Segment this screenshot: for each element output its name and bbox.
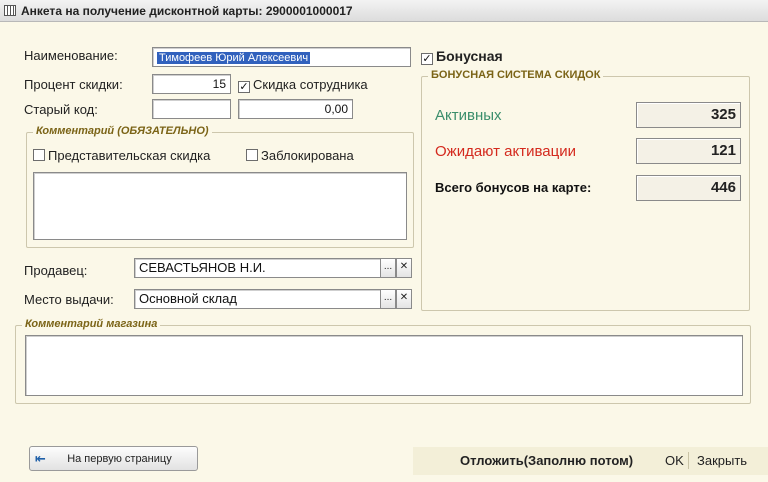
active-bonus-value: 325 — [636, 102, 741, 128]
old-code-field[interactable] — [152, 99, 231, 119]
postpone-button[interactable]: Отложить(Заполню потом) — [460, 453, 633, 468]
representative-label: Представительская скидка — [48, 148, 211, 163]
name-field[interactable]: Тимофеев Юрий Алексеевич — [152, 47, 411, 67]
discount-label: Процент скидки: — [24, 77, 123, 92]
total-bonus-label: Всего бонусов на карте: — [435, 180, 592, 195]
representative-check-icon — [33, 149, 45, 161]
blocked-check-icon — [246, 149, 258, 161]
footer-divider — [688, 452, 689, 469]
issue-place-select-button[interactable]: ... — [380, 289, 396, 309]
active-bonus-label: Активных — [435, 107, 502, 124]
representative-checkbox[interactable]: Представительская скидка — [33, 148, 210, 163]
issue-place-clear-button[interactable]: ✕ — [396, 289, 412, 309]
title-bar: Анкета на получение дисконтной карты: 29… — [0, 0, 768, 22]
shop-comment-textarea[interactable] — [25, 335, 743, 396]
old-code-label: Старый код: — [24, 102, 98, 117]
comment-textarea[interactable] — [33, 172, 407, 240]
bonus-label: Бонусная — [436, 48, 503, 64]
comment-group-title: Комментарий (ОБЯЗАТЕЛЬНО) — [33, 125, 212, 137]
bonus-check-icon: ✓ — [421, 53, 433, 65]
bonus-checkbox[interactable]: ✓ Бонусная — [421, 48, 503, 65]
first-page-button[interactable]: ⇤ На первую страницу — [29, 446, 198, 471]
form-icon — [4, 5, 16, 16]
employee-discount-check-icon: ✓ — [238, 81, 250, 93]
discount-field[interactable]: 15 — [152, 74, 231, 94]
shop-comment-title: Комментарий магазина — [22, 318, 161, 330]
pending-bonus-label: Ожидают активации — [435, 143, 576, 160]
employee-discount-label: Скидка сотрудника — [253, 77, 368, 92]
name-label: Наименование: — [24, 48, 118, 63]
total-bonus-value: 446 — [636, 175, 741, 201]
name-value: Тимофеев Юрий Алексеевич — [157, 52, 311, 64]
seller-clear-button[interactable]: ✕ — [396, 258, 412, 278]
blocked-checkbox[interactable]: Заблокирована — [246, 148, 354, 163]
blocked-label: Заблокирована — [261, 148, 354, 163]
amount-field[interactable]: 0,00 — [238, 99, 353, 119]
close-button[interactable]: Закрыть — [697, 453, 747, 468]
issue-place-label: Место выдачи: — [24, 292, 114, 307]
seller-field[interactable]: СЕВАСТЬЯНОВ Н.И. — [134, 258, 381, 278]
seller-label: Продавец: — [24, 263, 88, 278]
pending-bonus-value: 121 — [636, 138, 741, 164]
employee-discount-checkbox[interactable]: ✓ Скидка сотрудника — [238, 77, 368, 93]
seller-select-button[interactable]: ... — [380, 258, 396, 278]
bonus-system-title: БОНУСНАЯ СИСТЕМА СКИДОК — [428, 69, 604, 81]
back-arrow-icon: ⇤ — [35, 450, 46, 466]
ok-button[interactable]: OK — [665, 453, 684, 468]
issue-place-field[interactable]: Основной склад — [134, 289, 381, 309]
window-title: Анкета на получение дисконтной карты: 29… — [21, 3, 353, 18]
first-page-label: На первую страницу — [67, 452, 172, 465]
